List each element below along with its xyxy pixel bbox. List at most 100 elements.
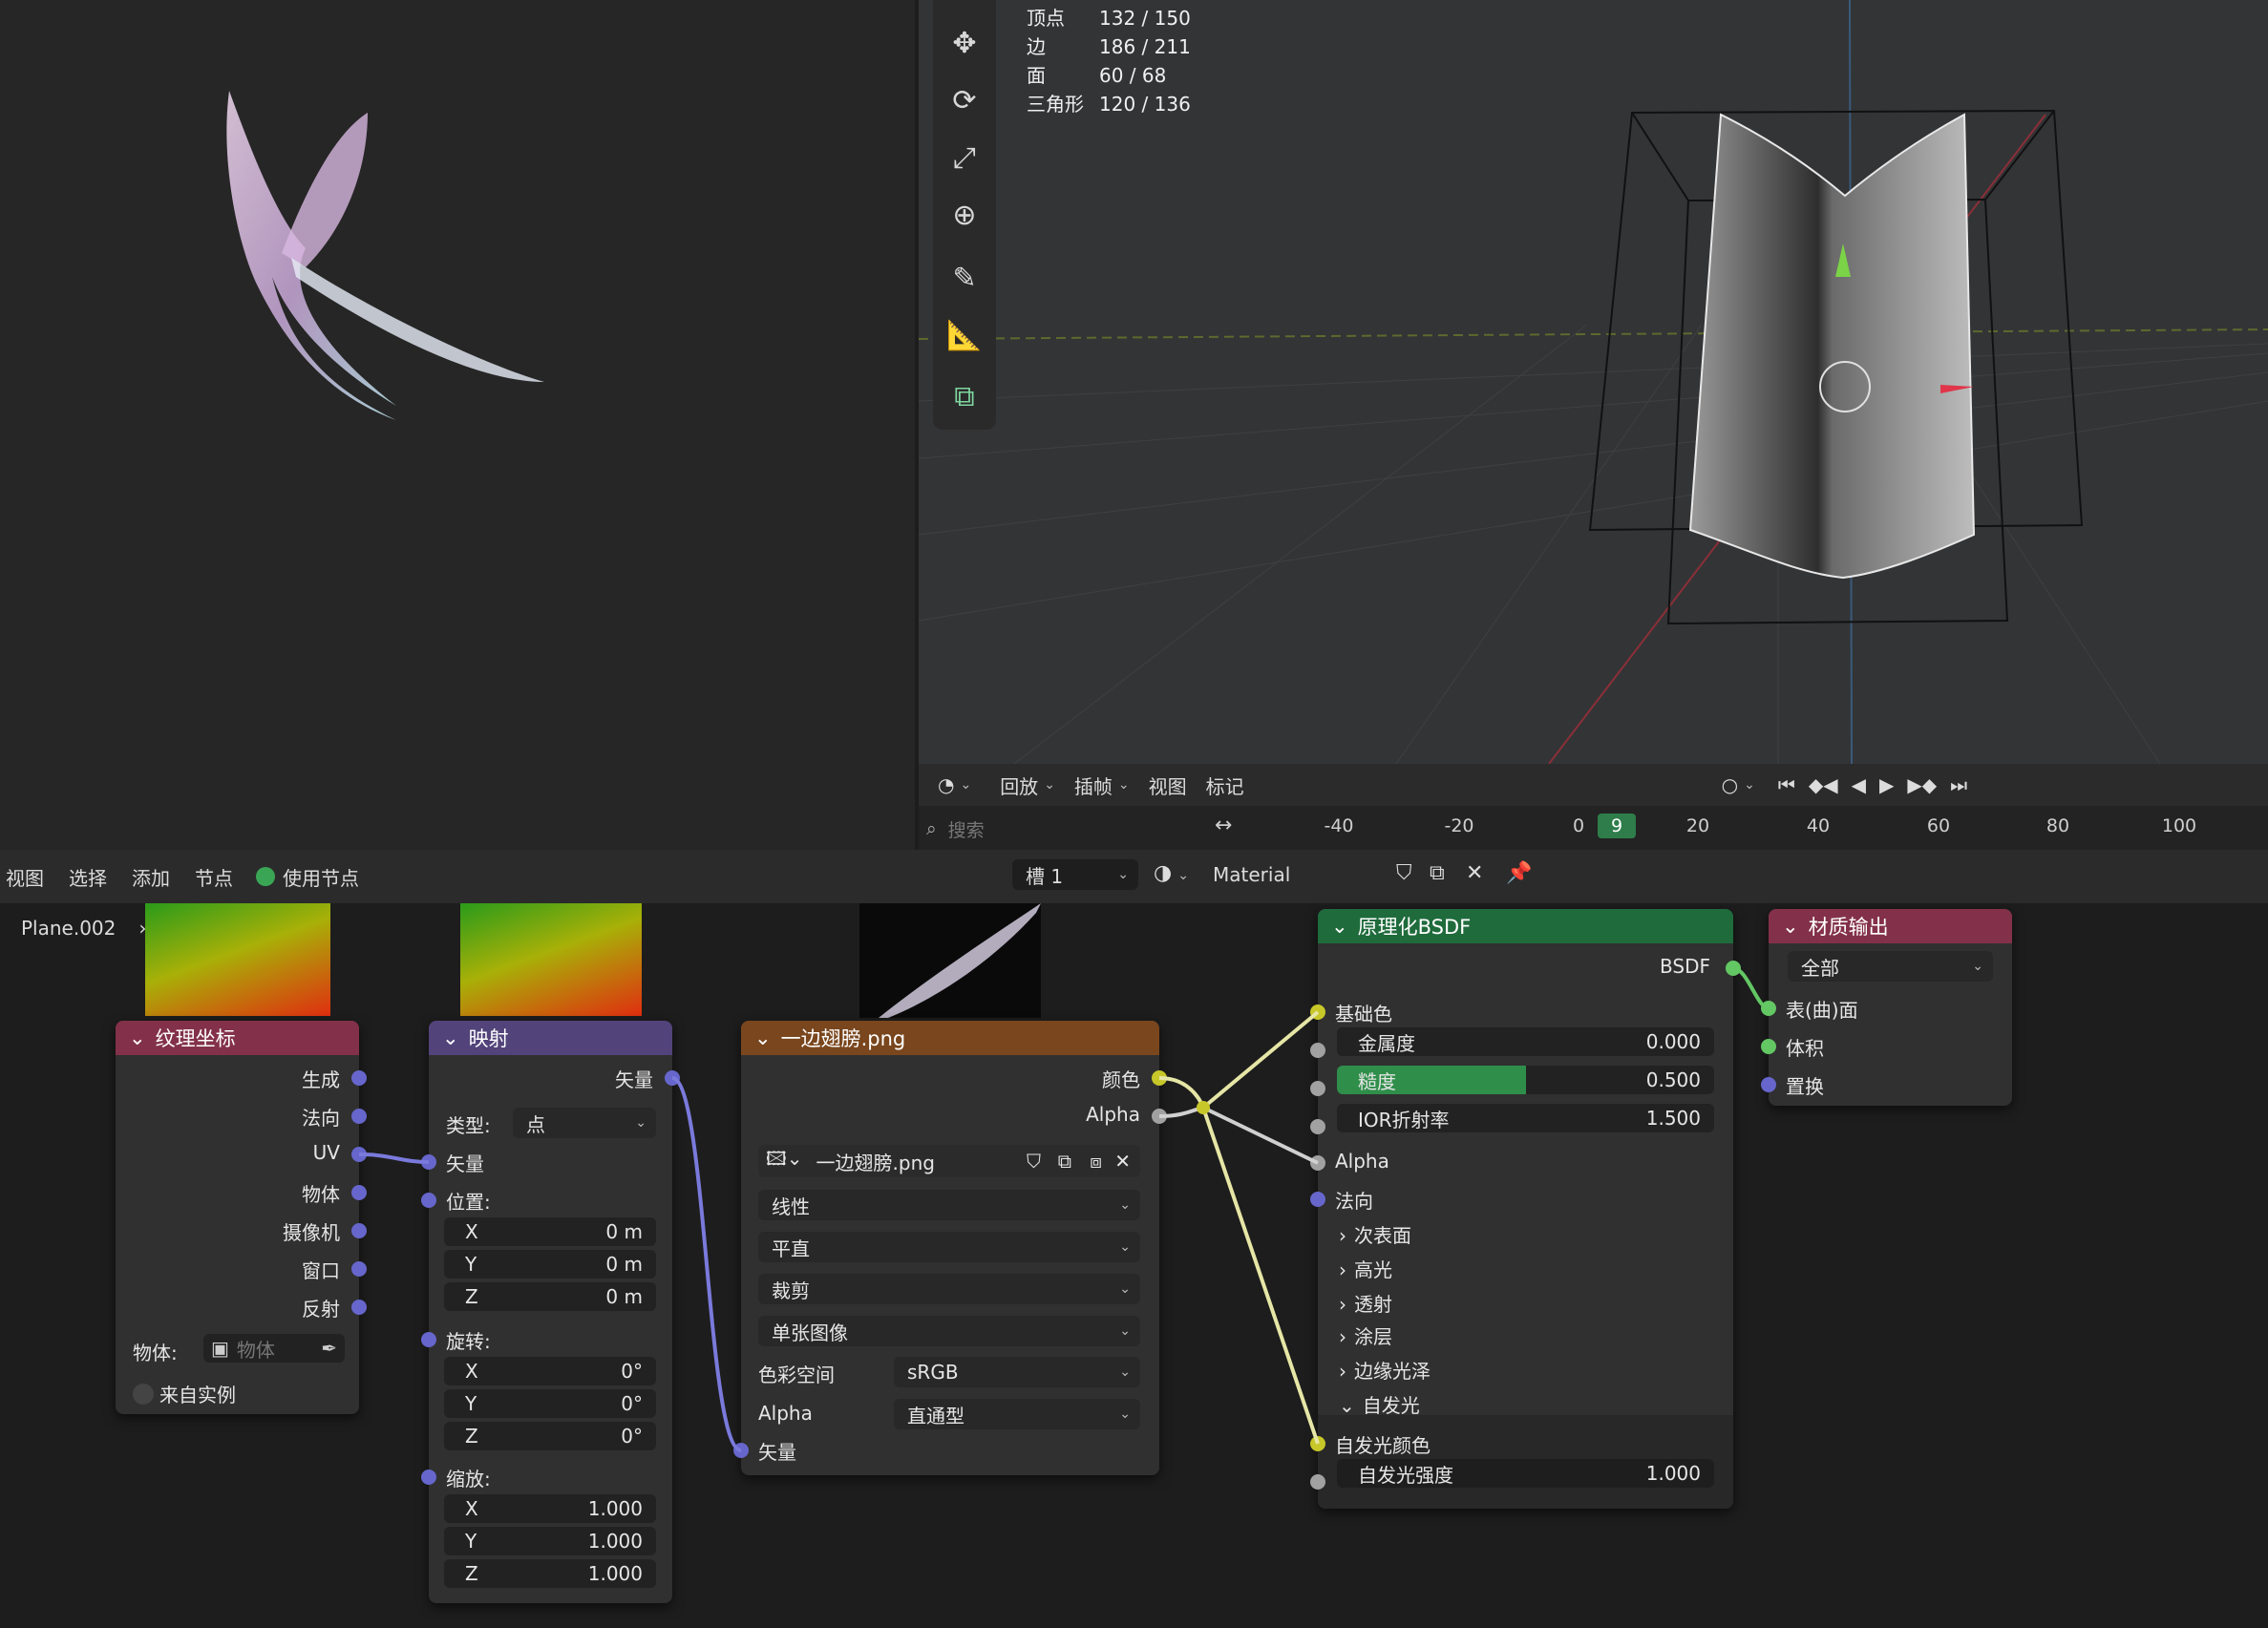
socket-alpha[interactable] [1310, 1155, 1325, 1171]
socket-emission-color[interactable] [1310, 1436, 1325, 1451]
socket-volume[interactable] [1761, 1039, 1776, 1054]
socket-vector-in[interactable] [421, 1154, 436, 1170]
metallic-field[interactable]: 金属度 0.000 [1337, 1027, 1714, 1056]
close-icon[interactable]: ✕ [1466, 861, 1483, 885]
image-datablock[interactable]: 🖾⌄ 一边翅膀.png ⛉ ⧉ ⧈ ✕ [758, 1145, 1140, 1177]
socket-vector-in[interactable] [733, 1443, 749, 1458]
move-tool-icon[interactable]: ✥ [941, 19, 988, 67]
next-keyframe-icon[interactable]: ▶◆ [1907, 773, 1937, 796]
socket-emission-strength[interactable] [1310, 1474, 1325, 1490]
collapse-chevron-icon[interactable]: ⌄ [1782, 915, 1799, 938]
node-header[interactable]: ⌄ 原理化BSDF [1318, 909, 1733, 943]
source-dropdown[interactable]: 单张图像 ⌄ [758, 1316, 1140, 1346]
socket-object[interactable] [351, 1185, 367, 1200]
mapping-type-dropdown[interactable]: 点 ⌄ [513, 1108, 656, 1138]
duplicate-icon[interactable]: ⧉ [1430, 861, 1445, 885]
measure-tool-icon[interactable]: 📐 [941, 311, 988, 359]
node-header[interactable]: ⌄ 一边翅膀.png [741, 1021, 1159, 1055]
extension-dropdown[interactable]: 裁剪 ⌄ [758, 1274, 1140, 1304]
menu-marker[interactable]: 标记 [1206, 772, 1244, 799]
socket-normal[interactable] [351, 1109, 367, 1124]
collapse-chevron-icon[interactable]: ⌄ [442, 1026, 459, 1049]
socket-base-color[interactable] [1310, 1004, 1325, 1020]
annotate-tool-icon[interactable]: ✎ [941, 254, 988, 302]
panel-sheen[interactable]: › 边缘光泽 [1339, 1356, 1431, 1384]
eyedropper-icon[interactable]: ✒ [321, 1337, 337, 1360]
scale-z-field[interactable]: Z 1.000 [444, 1559, 656, 1588]
scale-x-field[interactable]: X 1.000 [444, 1494, 656, 1523]
menu-playback[interactable]: 回放 ⌄ [1000, 772, 1055, 799]
panel-specular[interactable]: › 高光 [1339, 1255, 1392, 1282]
pack-icon[interactable]: ⧈ [1090, 1150, 1102, 1173]
location-y-field[interactable]: Y0 m [444, 1250, 656, 1279]
rotation-z-field[interactable]: Z 0° [444, 1422, 656, 1450]
from-instancer-checkbox[interactable]: 来自实例 [133, 1380, 236, 1407]
material-preview-icon[interactable]: ◑ ⌄ [1154, 861, 1189, 885]
node-image-texture[interactable]: ⌄ 一边翅膀.png 颜色 Alpha 🖾⌄ 一边翅膀.png ⛉ ⧉ ⧈ ✕ 线… [733, 1021, 1167, 1475]
panel-transmission[interactable]: › 透射 [1339, 1289, 1392, 1317]
collapse-chevron-icon[interactable]: ⌄ [129, 1026, 146, 1049]
socket-rotation[interactable] [421, 1332, 436, 1347]
play-reverse-icon[interactable]: ◀ [1852, 773, 1866, 796]
scale-tool-icon[interactable]: ⤢ [941, 134, 988, 181]
jump-start-icon[interactable]: ⏮ [1778, 773, 1795, 796]
pin-icon[interactable]: 📌 [1506, 861, 1532, 885]
node-principled-bsdf[interactable]: ⌄ 原理化BSDF BSDF 基础色 金属度 0.000 糙度 0.500 IOR折射… [1310, 909, 1741, 1509]
node-menu-select[interactable]: 选择 [69, 863, 107, 891]
emission-strength-field[interactable]: 自发光强度 1.000 [1337, 1459, 1714, 1488]
rotation-y-field[interactable]: Y 0° [444, 1389, 656, 1418]
material-slot-dropdown[interactable]: 槽 1 ⌄ [1012, 859, 1138, 890]
socket-reflection[interactable] [351, 1300, 367, 1315]
node-menu-view[interactable]: 视图 [6, 863, 44, 891]
ior-field[interactable]: IOR折射率 1.500 [1337, 1104, 1714, 1132]
object-picker[interactable]: ▣ 物体 ✒ [203, 1334, 345, 1363]
socket-generated[interactable] [351, 1070, 367, 1086]
projection-dropdown[interactable]: 平直 ⌄ [758, 1232, 1140, 1262]
alpha-mode-dropdown[interactable]: 直通型 ⌄ [894, 1399, 1140, 1429]
socket-vector-out[interactable] [665, 1070, 680, 1086]
colorspace-dropdown[interactable]: sRGB ⌄ [894, 1357, 1140, 1387]
scale-y-field[interactable]: Y 1.000 [444, 1527, 656, 1555]
node-header[interactable]: ⌄ 纹理坐标 [116, 1021, 359, 1055]
socket-bsdf-out[interactable] [1726, 961, 1741, 976]
breadcrumb-object[interactable]: Plane.002 [21, 917, 116, 940]
node-texture-coordinate[interactable]: ⌄ 纹理坐标 生成 法向 UV 物体 摄像机 窗口 反射 物体: ▣ 物体 ✒ 来… [116, 1021, 367, 1414]
menu-keying[interactable]: 插帧 ⌄ [1074, 772, 1130, 799]
record-button[interactable]: ○ ⌄ [1722, 773, 1755, 796]
add-cube-tool-icon[interactable]: ⧉ [941, 372, 988, 420]
jump-end-icon[interactable]: ⏭ [1950, 773, 1967, 796]
current-frame-indicator[interactable]: 9 [1598, 814, 1636, 838]
socket-roughness[interactable] [1310, 1081, 1325, 1096]
socket-color-out[interactable] [1152, 1070, 1167, 1086]
fake-user-shield-icon[interactable]: ⛉ [1027, 1150, 1041, 1173]
collapse-chevron-icon[interactable]: ⌄ [1331, 915, 1348, 938]
node-material-output[interactable]: ⌄ 材质输出 全部 ⌄ 表(曲)面 体积 置换 [1761, 909, 2012, 1106]
socket-alpha-out[interactable] [1152, 1109, 1167, 1124]
editor-type-icon[interactable]: ◔ ⌄ [938, 773, 971, 796]
socket-camera[interactable] [351, 1223, 367, 1238]
socket-location[interactable] [421, 1193, 436, 1208]
socket-uv[interactable] [351, 1147, 367, 1162]
node-header[interactable]: ⌄ 材质输出 [1769, 909, 2012, 943]
fake-user-shield-icon[interactable]: ⛉ [1396, 861, 1412, 885]
node-mapping[interactable]: ⌄ 映射 矢量 类型: 点 ⌄ 矢量 位置: X0 m Y0 m Z0 m 旋转: … [421, 1021, 680, 1603]
rotate-tool-icon[interactable]: ⟳ [941, 76, 988, 124]
location-x-field[interactable]: X0 m [444, 1217, 656, 1246]
use-nodes-toggle[interactable]: 使用节点 [256, 863, 359, 891]
location-z-field[interactable]: Z0 m [444, 1282, 656, 1311]
transform-tool-icon[interactable]: ⊕ [941, 191, 988, 239]
roughness-slider[interactable]: 糙度 0.500 [1337, 1066, 1714, 1094]
node-menu-node[interactable]: 节点 [195, 863, 233, 891]
node-header[interactable]: ⌄ 映射 [429, 1021, 672, 1055]
prev-keyframe-icon[interactable]: ◆◀ [1809, 773, 1838, 796]
socket-ior[interactable] [1310, 1119, 1325, 1134]
rotation-x-field[interactable]: X 0° [444, 1357, 656, 1385]
panel-subsurface[interactable]: › 次表面 [1339, 1220, 1411, 1248]
output-target-dropdown[interactable]: 全部 ⌄ [1788, 951, 1993, 982]
socket-surface[interactable] [1761, 1001, 1776, 1016]
material-name-field[interactable]: Material [1213, 863, 1290, 886]
menu-view[interactable]: 视图 [1149, 772, 1187, 799]
image-browse-icon[interactable]: 🖾⌄ [766, 1145, 803, 1177]
duplicate-icon[interactable]: ⧉ [1058, 1150, 1071, 1173]
timeline-ruler[interactable]: -40 -20 0 9 20 40 60 80 100 [1243, 808, 2268, 846]
